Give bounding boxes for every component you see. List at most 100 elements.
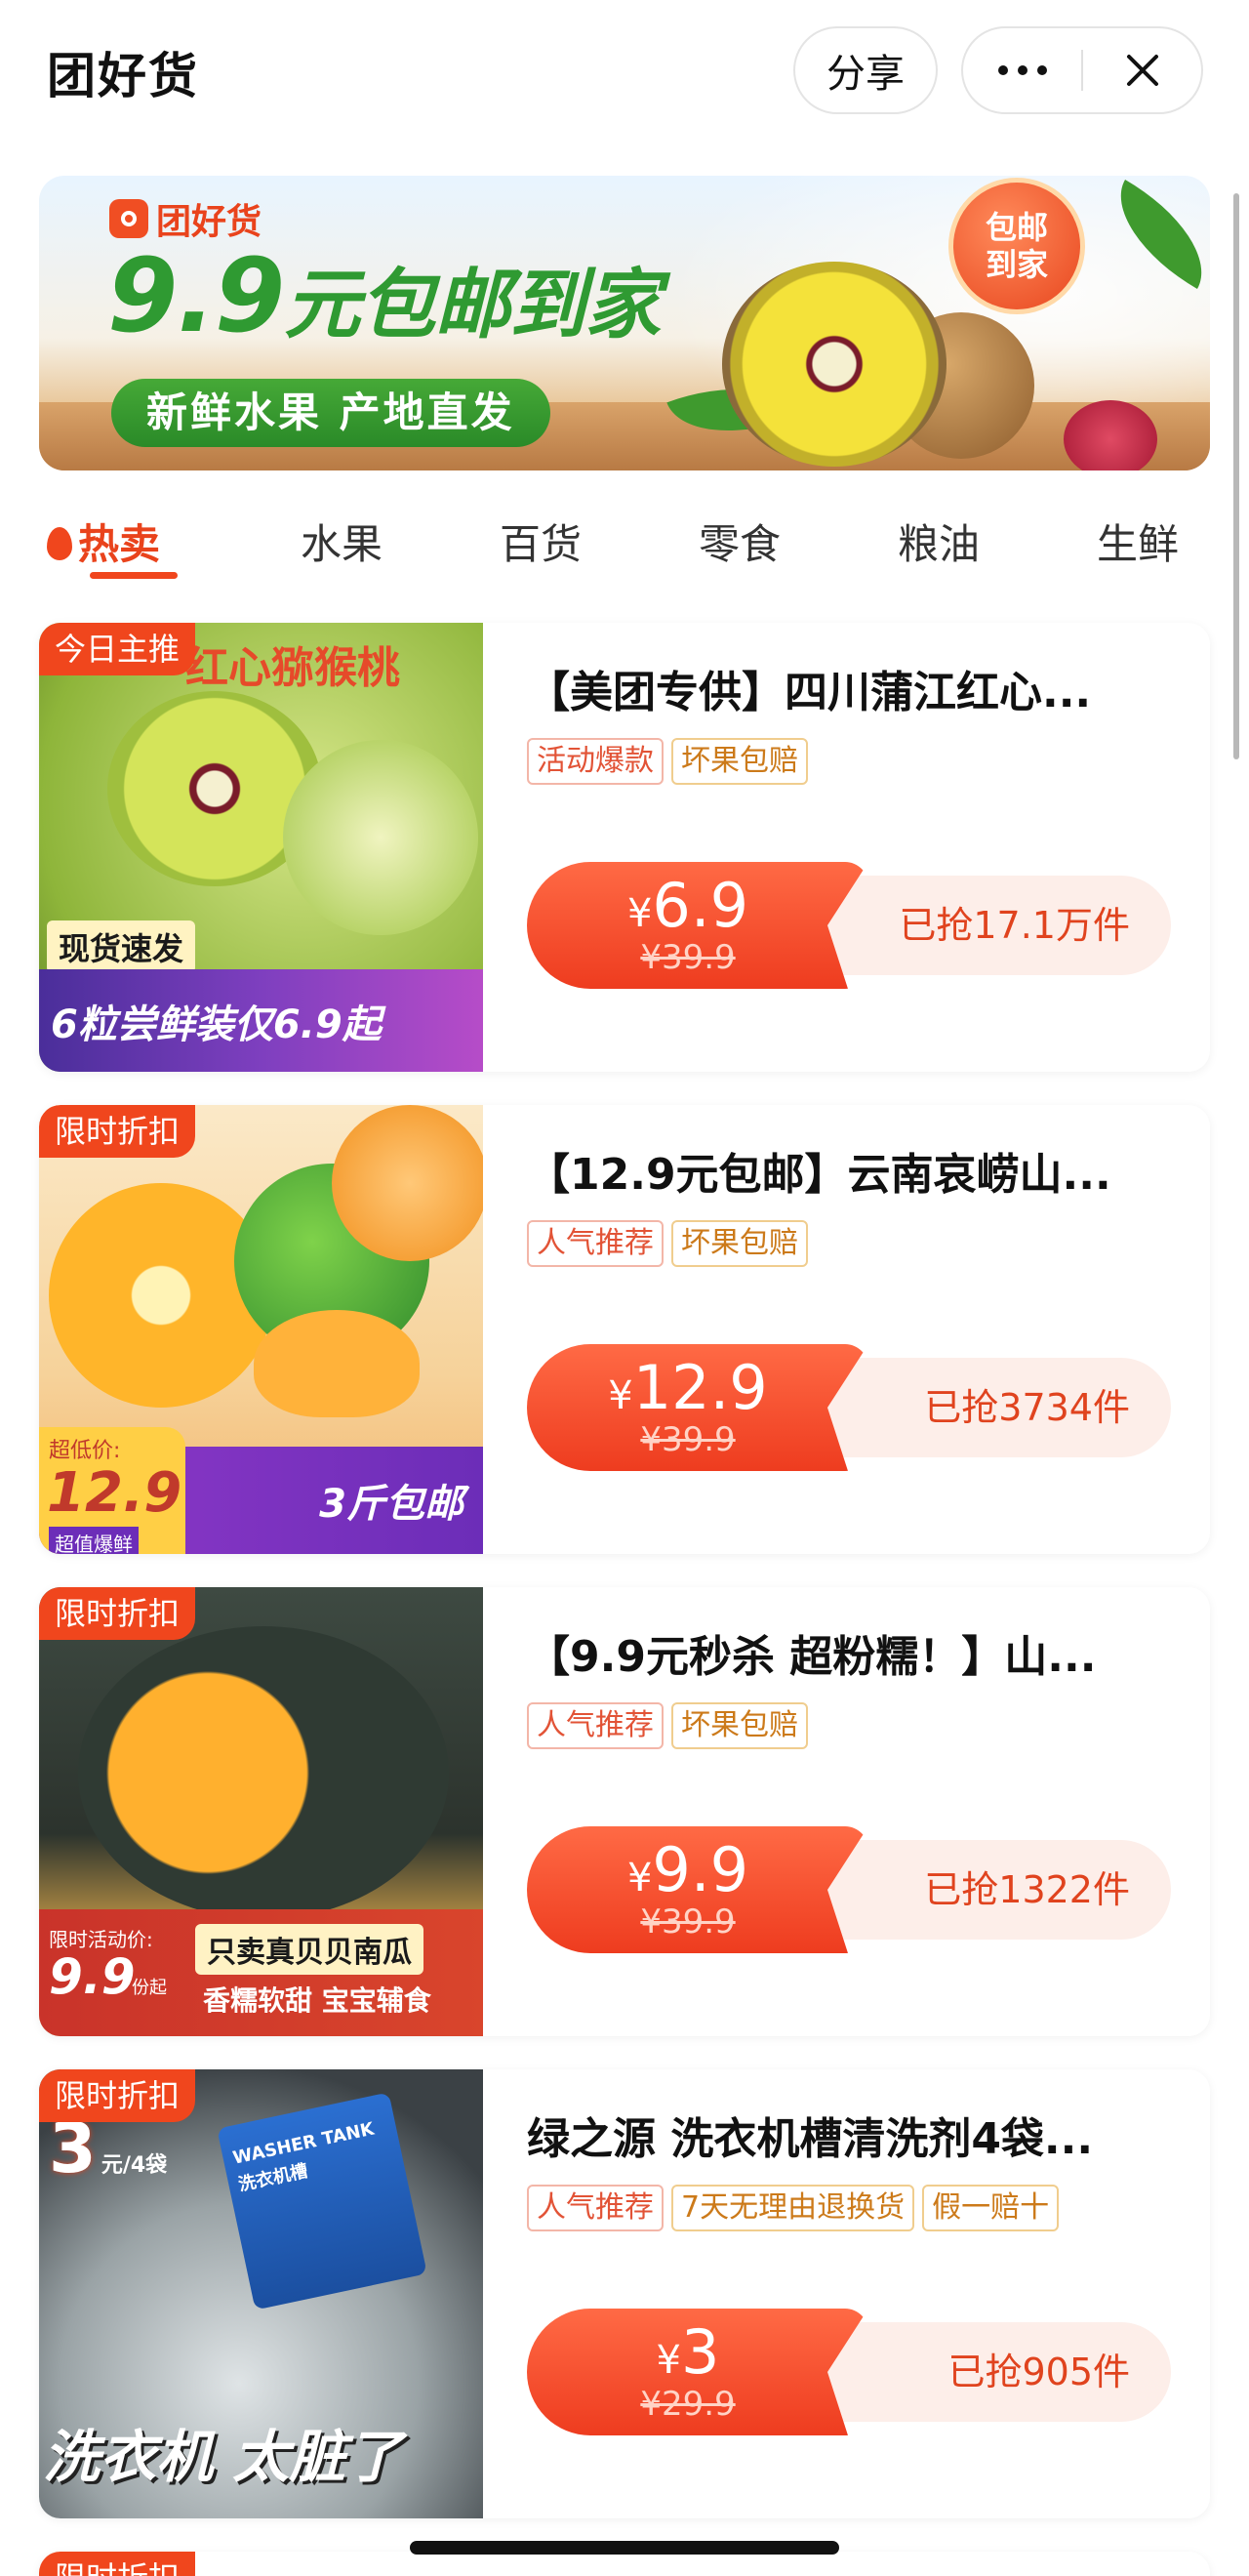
current-price-value: 3	[681, 2316, 720, 2388]
product-info: 【9.9元秒杀 超粉糯！】山... 人气推荐 坏果包赔	[527, 1628, 1190, 1749]
product-list: 红心猕猴桃 现货速发 6粒尝鲜装仅6.9起 今日主推 【美团专供】四川蒲江红心.…	[39, 623, 1210, 2576]
product-card[interactable]: 限时活动价: 9.9 份起 只卖真贝贝南瓜 香糯软甜 宝宝辅食 限时折扣 【9.…	[39, 1587, 1210, 2036]
product-image: 3斤包邮 超低价: 12.9 超值爆鲜 限时折扣	[39, 1105, 483, 1554]
tag: 人气推荐	[527, 1702, 664, 1749]
thumb-price-block: 超低价: 12.9 超值爆鲜	[39, 1427, 185, 1554]
product-image: 限时活动价: 9.9 份起 只卖真贝贝南瓜 香糯软甜 宝宝辅食 限时折扣	[39, 1587, 483, 2036]
price-row[interactable]: 已抢3734件 ¥12.9 ¥39.9	[527, 1344, 1171, 1471]
tag-list: 活动爆款 坏果包赔	[527, 738, 1190, 785]
tab-fresh[interactable]: 生鲜	[1097, 511, 1179, 571]
pitaya-image	[1064, 400, 1157, 470]
thumb-line-1: 只卖真贝贝南瓜	[195, 1924, 423, 1975]
banner-headline: 9.9元包邮到家	[107, 236, 661, 355]
category-tabs: 热卖 水果 百货 零食 粮油 生鲜	[39, 504, 1210, 582]
product-title: 【美团专供】四川蒲江红心...	[527, 668, 1092, 717]
product-card[interactable]: WASHER TANK 洗衣机槽 3 元/4袋 洗衣机 太脏了 限时折扣 绿之源…	[39, 2069, 1210, 2518]
thumb-line-2: 香糯软甜 宝宝辅食	[203, 1984, 431, 2017]
tangerine-image	[332, 1105, 483, 1261]
corner-tag: 限时折扣	[39, 1587, 196, 1640]
product-card[interactable]: 3斤包邮 超低价: 12.9 超值爆鲜 限时折扣 【12.9元包邮】云南哀崂山.…	[39, 1105, 1210, 1554]
sold-text: 已抢905件	[947, 2351, 1130, 2393]
banner-headline-price: 9.9	[107, 236, 285, 355]
tag: 人气推荐	[527, 2185, 664, 2231]
product-card[interactable]: 红心猕猴桃 现货速发 6粒尝鲜装仅6.9起 今日主推 【美团专供】四川蒲江红心.…	[39, 623, 1210, 1072]
thumb-band: 6粒尝鲜装仅6.9起	[39, 969, 483, 1072]
kiwi-image	[283, 740, 478, 935]
current-price: ¥12.9	[608, 1352, 768, 1423]
badge-line-2: 到家	[985, 246, 1048, 283]
thumb-price-label: 超低价:	[49, 1439, 121, 1463]
tag: 坏果包赔	[671, 1220, 808, 1267]
price-tag: ¥12.9 ¥39.9	[527, 1344, 868, 1471]
thumb-price-sub: 超值爆鲜	[49, 1527, 139, 1554]
tag: 7天无理由退换货	[671, 2185, 915, 2231]
tangerine-segment-image	[254, 1310, 420, 1417]
product-card-partial[interactable]: 限时折扣	[39, 2552, 1210, 2576]
kiwi-slice-image	[722, 262, 947, 467]
pumpkin-image	[78, 1626, 449, 1919]
tag: 假一赔十	[922, 2185, 1060, 2231]
tab-fruit[interactable]: 水果	[301, 511, 383, 571]
thumb-price-unit: 元/4袋	[101, 2153, 168, 2178]
tab-daily-goods[interactable]: 百货	[500, 511, 582, 571]
tag-list: 人气推荐 坏果包赔	[527, 1220, 1190, 1267]
product-image: WASHER TANK 洗衣机槽 3 元/4袋 洗衣机 太脏了 限时折扣	[39, 2069, 483, 2518]
thumb-chip: 现货速发	[47, 920, 196, 973]
current-price-value: 12.9	[632, 1352, 768, 1423]
tag: 活动爆款	[527, 738, 664, 785]
detergent-pack-image: WASHER TANK 洗衣机槽	[217, 2092, 427, 2310]
price-row[interactable]: 已抢1322件 ¥9.9 ¥39.9	[527, 1826, 1171, 1953]
more-dots-icon	[997, 65, 1047, 75]
product-info: 【美团专供】四川蒲江红心... 活动爆款 坏果包赔	[527, 664, 1190, 785]
thumb-price: 12.9	[47, 1461, 182, 1525]
thumb-price: 9.9	[49, 1948, 136, 2005]
product-info: 【12.9元包邮】云南哀崂山... 人气推荐 坏果包赔	[527, 1146, 1190, 1267]
tab-grain-oil[interactable]: 粮油	[898, 511, 980, 571]
tab-hot[interactable]: 热卖	[47, 511, 160, 571]
current-price-value: 6.9	[652, 870, 749, 941]
tag: 人气推荐	[527, 1220, 664, 1267]
corner-tag: 今日主推	[39, 623, 196, 675]
price-tag: ¥3 ¥29.9	[527, 2309, 868, 2435]
thumb-band: 洗衣机 太脏了	[43, 2424, 403, 2490]
tag-list: 人气推荐 7天无理由退换货 假一赔十	[527, 2185, 1190, 2231]
sold-text: 已抢1322件	[924, 1868, 1130, 1911]
thumb-price-unit: 份起	[132, 1978, 167, 1998]
product-title: 【12.9元包邮】云南哀崂山...	[527, 1150, 1111, 1200]
top-bar: 团好货 分享	[0, 0, 1249, 146]
corner-tag: 限时折扣	[39, 1105, 196, 1158]
flame-icon	[47, 527, 72, 560]
sold-text: 已抢17.1万件	[899, 904, 1130, 947]
tag: 坏果包赔	[671, 738, 808, 785]
current-price: ¥9.9	[626, 1834, 749, 1905]
corner-tag: 限时折扣	[39, 2552, 196, 2576]
sold-text: 已抢3734件	[924, 1386, 1130, 1429]
more-button[interactable]	[963, 28, 1081, 112]
original-price: ¥39.9	[640, 938, 736, 977]
promo-banner[interactable]: 团好货 9.9元包邮到家 新鲜水果 产地直发 包邮 到家	[39, 176, 1210, 470]
brand-logo-icon	[109, 199, 148, 238]
original-price: ¥39.9	[640, 1902, 736, 1942]
scrollbar[interactable]	[1233, 193, 1239, 759]
pack-label: WASHER TANK 洗衣机槽	[230, 2118, 377, 2196]
price-row[interactable]: 已抢17.1万件 ¥6.9 ¥39.9	[527, 862, 1171, 989]
product-title: 绿之源 洗衣机槽清洗剂4袋...	[527, 2114, 1094, 2164]
home-indicator	[410, 2541, 839, 2555]
corner-tag: 限时折扣	[39, 2069, 196, 2122]
share-button[interactable]: 分享	[793, 26, 938, 114]
price-row[interactable]: 已抢905件 ¥3 ¥29.9	[527, 2309, 1171, 2435]
product-image: 红心猕猴桃 现货速发 6粒尝鲜装仅6.9起 今日主推	[39, 623, 483, 1072]
tab-label: 热卖	[78, 520, 161, 568]
current-price: ¥6.9	[626, 870, 749, 941]
active-tab-indicator	[90, 572, 178, 579]
banner-headline-text: 元包邮到家	[284, 262, 661, 349]
banner-subtitle: 新鲜水果 产地直发	[111, 379, 550, 447]
original-price: ¥29.9	[640, 2385, 736, 2424]
product-info: 绿之源 洗衣机槽清洗剂4袋... 人气推荐 7天无理由退换货 假一赔十	[527, 2110, 1190, 2231]
price-tag: ¥6.9 ¥39.9	[527, 862, 868, 989]
current-price: ¥3	[656, 2316, 720, 2388]
tag: 坏果包赔	[671, 1702, 808, 1749]
close-button[interactable]	[1083, 28, 1201, 112]
capsule-menu	[961, 26, 1203, 114]
tab-snacks[interactable]: 零食	[699, 511, 781, 571]
